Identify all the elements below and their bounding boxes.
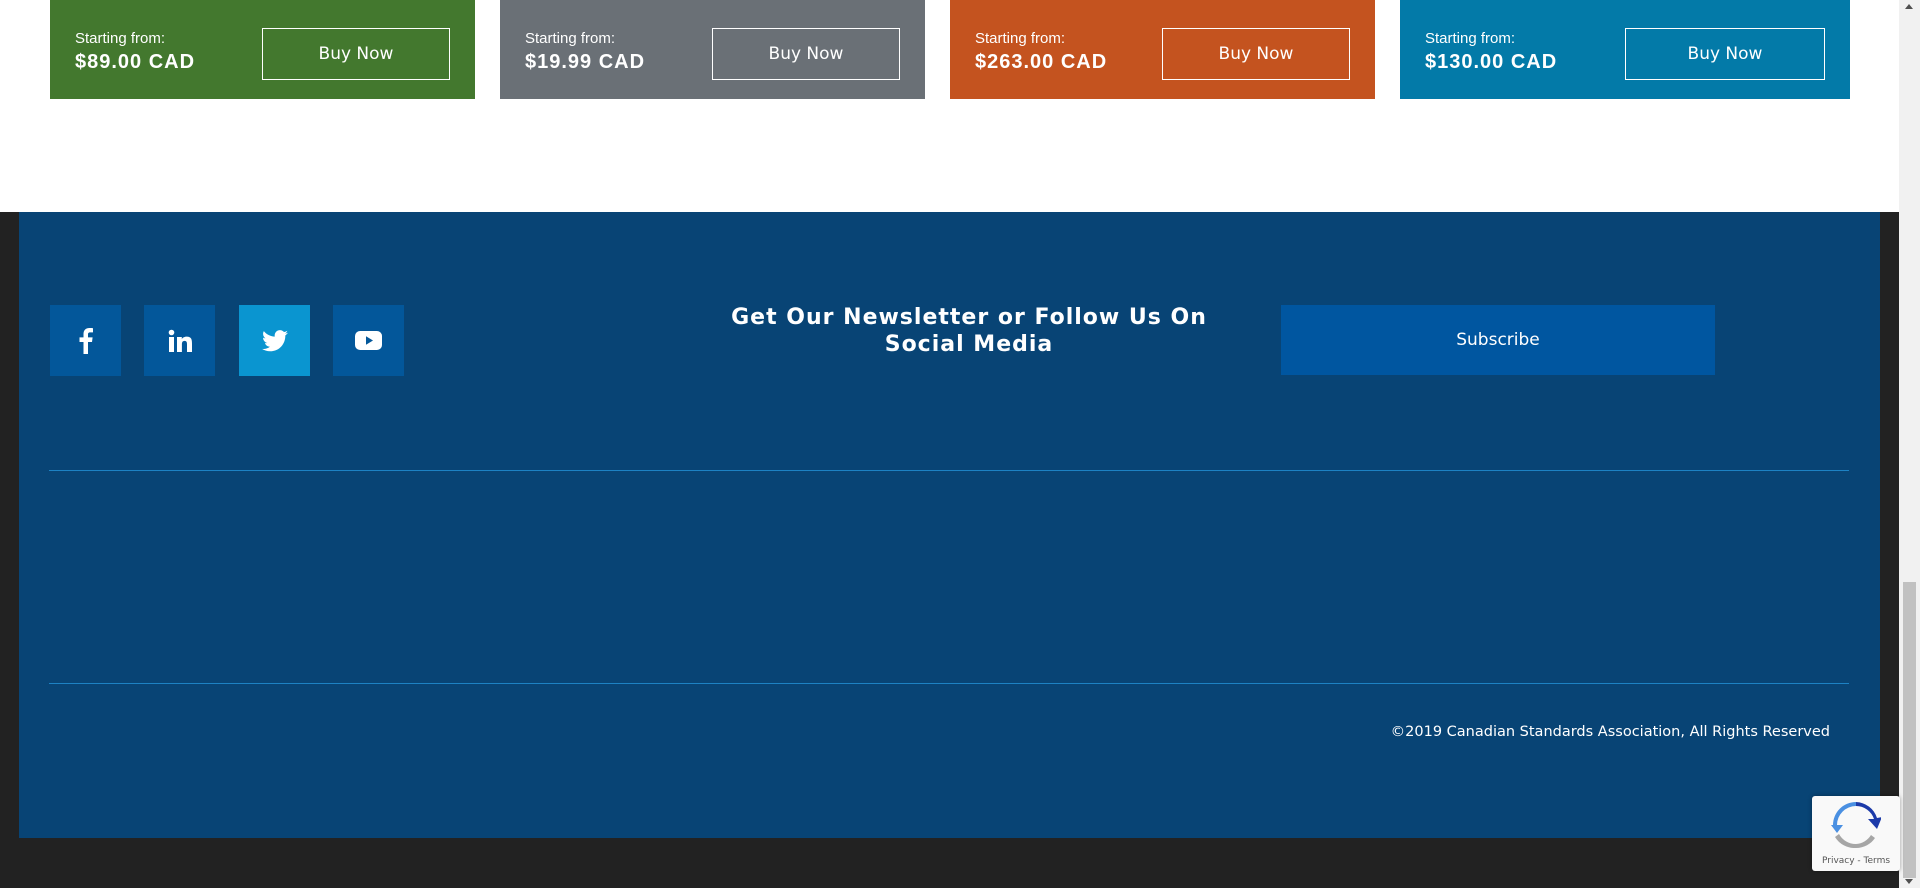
buy-now-button[interactable]: Buy Now: [262, 28, 450, 80]
price-value: $19.99 CAD: [525, 51, 646, 73]
price-value: $130.00 CAD: [1425, 51, 1558, 73]
scroll-up-arrow-icon[interactable]: [1905, 4, 1913, 9]
starting-from-label: Starting from:: [75, 30, 166, 47]
price-card-2: Starting from: $19.99 CAD Buy Now: [500, 0, 925, 99]
copyright-text: ©2019 Canadian Standards Association, Al…: [1390, 724, 1830, 740]
youtube-link[interactable]: [333, 305, 404, 376]
twitter-link[interactable]: [239, 305, 310, 376]
pricing-section: Starting from: $89.00 CAD Buy Now Starti…: [0, 0, 1899, 212]
facebook-link[interactable]: [50, 305, 121, 376]
scroll-thumb[interactable]: [1903, 582, 1916, 878]
twitter-icon: [261, 329, 288, 351]
buy-now-button[interactable]: Buy Now: [712, 28, 900, 80]
footer-divider: [49, 470, 1849, 471]
linkedin-icon: [168, 329, 192, 352]
starting-from-label: Starting from:: [1425, 30, 1516, 47]
price-value: $263.00 CAD: [975, 51, 1108, 73]
starting-from-label: Starting from:: [975, 30, 1066, 47]
youtube-icon: [355, 331, 382, 350]
buy-now-button[interactable]: Buy Now: [1625, 28, 1825, 80]
price-card-1: Starting from: $89.00 CAD Buy Now: [50, 0, 475, 99]
price-value: $89.00 CAD: [75, 51, 196, 73]
recaptcha-badge[interactable]: Privacy - Terms: [1812, 796, 1900, 871]
linkedin-link[interactable]: [144, 305, 215, 376]
price-card-4: Starting from: $130.00 CAD Buy Now: [1400, 0, 1850, 99]
page-scrollbar[interactable]: [1899, 0, 1920, 888]
footer-divider: [49, 683, 1849, 684]
newsletter-title: Get Our Newsletter or Follow Us On Socia…: [731, 305, 1207, 357]
site-footer: Get Our Newsletter or Follow Us On Socia…: [19, 212, 1880, 838]
facebook-icon: [79, 327, 93, 354]
page: Starting from: $89.00 CAD Buy Now Starti…: [0, 0, 1899, 888]
scroll-down-arrow-icon[interactable]: [1905, 879, 1913, 884]
recaptcha-icon: [1831, 802, 1881, 848]
subscribe-button[interactable]: Subscribe: [1281, 305, 1715, 375]
starting-from-label: Starting from:: [525, 30, 616, 47]
recaptcha-terms[interactable]: Privacy - Terms: [1812, 856, 1900, 866]
price-card-3: Starting from: $263.00 CAD Buy Now: [950, 0, 1375, 99]
buy-now-button[interactable]: Buy Now: [1162, 28, 1350, 80]
